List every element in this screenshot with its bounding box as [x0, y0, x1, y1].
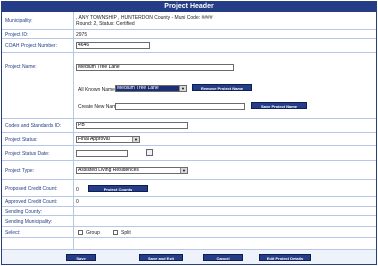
proposed-credit-row: Proposed Credit Count: 0 Project Counts [2, 180, 376, 197]
sending-municipality-row: Sending Municipality: [2, 216, 376, 227]
coah-number-input[interactable]: 4646 [76, 42, 150, 49]
all-known-names-label: All Known Names: [78, 87, 119, 93]
chevron-down-icon: ▼ [132, 137, 139, 142]
project-status-date-input[interactable] [76, 150, 128, 157]
remove-project-name-button[interactable]: Remove Project Name [192, 84, 252, 91]
municipality-label: Municipality: [5, 18, 33, 24]
approved-credit-row: Approved Credit Count: 0 [2, 197, 376, 207]
project-type-selected: Assisted Living Residences [78, 167, 139, 173]
project-status-row: Project Status: Final Approval ▼ [2, 133, 376, 146]
project-id-label: Project ID: [5, 32, 29, 38]
project-id-row: Project ID: 2975 [2, 30, 376, 39]
project-type-row: Project Type: Assisted Living Residences… [2, 161, 376, 180]
page-title: Project Header [2, 2, 376, 12]
codes-standards-row: Codes and Standards ID: PB [2, 119, 376, 133]
approved-credit-value: 0 [76, 199, 79, 205]
split-label: Split [121, 230, 131, 236]
form-actions: Save Save and Exit Cancel Edit Project D… [2, 249, 376, 264]
select-row: Select: Group Split [2, 227, 376, 238]
municipality-line2: Round: 2, Status: Certified [76, 21, 135, 27]
split-checkbox[interactable] [113, 230, 118, 235]
all-known-names-selected: Medium Tree Lane [117, 85, 159, 91]
save-and-exit-button[interactable]: Save and Exit [139, 254, 183, 261]
all-known-names-select[interactable]: Medium Tree Lane ▼ [115, 85, 187, 92]
sending-county-label: Sending County: [5, 209, 42, 215]
project-type-select[interactable]: Assisted Living Residences ▼ [76, 167, 188, 174]
create-new-name-input[interactable] [115, 103, 245, 110]
cancel-button[interactable]: Cancel [203, 254, 243, 261]
save-button[interactable]: Save [66, 254, 96, 261]
coah-number-row: COAH Project Number: 4646 [2, 39, 376, 53]
group-checkbox[interactable] [78, 230, 83, 235]
chevron-down-icon: ▼ [180, 168, 187, 173]
project-counts-button[interactable]: Project Counts [88, 185, 148, 192]
municipality-row: Municipality: , ANY TOWNSHIP , HUNTERDON… [2, 12, 376, 30]
project-status-select[interactable]: Final Approval ▼ [76, 136, 140, 143]
sending-municipality-label: Sending Municipality: [5, 219, 53, 225]
project-id-value: 2975 [76, 32, 88, 38]
codes-standards-label: Codes and Standards ID: [5, 123, 62, 129]
chevron-down-icon: ▼ [179, 86, 186, 91]
coah-number-label: COAH Project Number: [5, 43, 57, 49]
project-header-panel: Project Header Municipality: , ANY TOWNS… [1, 1, 377, 265]
group-label: Group [86, 230, 100, 236]
project-status-date-row: Project Status Date: [2, 146, 376, 161]
project-status-label: Project Status: [5, 137, 38, 143]
codes-standards-input[interactable]: PB [76, 122, 188, 129]
project-status-selected: Final Approval [78, 136, 110, 142]
project-name-input[interactable]: Medium Tree Lane [76, 64, 234, 71]
project-type-label: Project Type: [5, 168, 35, 174]
calendar-icon[interactable] [146, 149, 153, 156]
proposed-credit-label: Proposed Credit Count: [5, 186, 58, 192]
sending-county-row: Sending County: [2, 207, 376, 216]
project-name-label: Project Name: [5, 64, 37, 70]
proposed-credit-value: 0 [76, 187, 79, 193]
select-label: Select: [5, 230, 21, 236]
save-project-name-button[interactable]: Save Project Name [251, 102, 307, 109]
project-name-row: Project Name: Medium Tree Lane All Known… [2, 53, 376, 119]
edit-project-details-button[interactable]: Edit Project Details [259, 254, 311, 261]
approved-credit-label: Approved Credit Count: [5, 199, 58, 205]
project-status-date-label: Project Status Date: [5, 151, 50, 157]
